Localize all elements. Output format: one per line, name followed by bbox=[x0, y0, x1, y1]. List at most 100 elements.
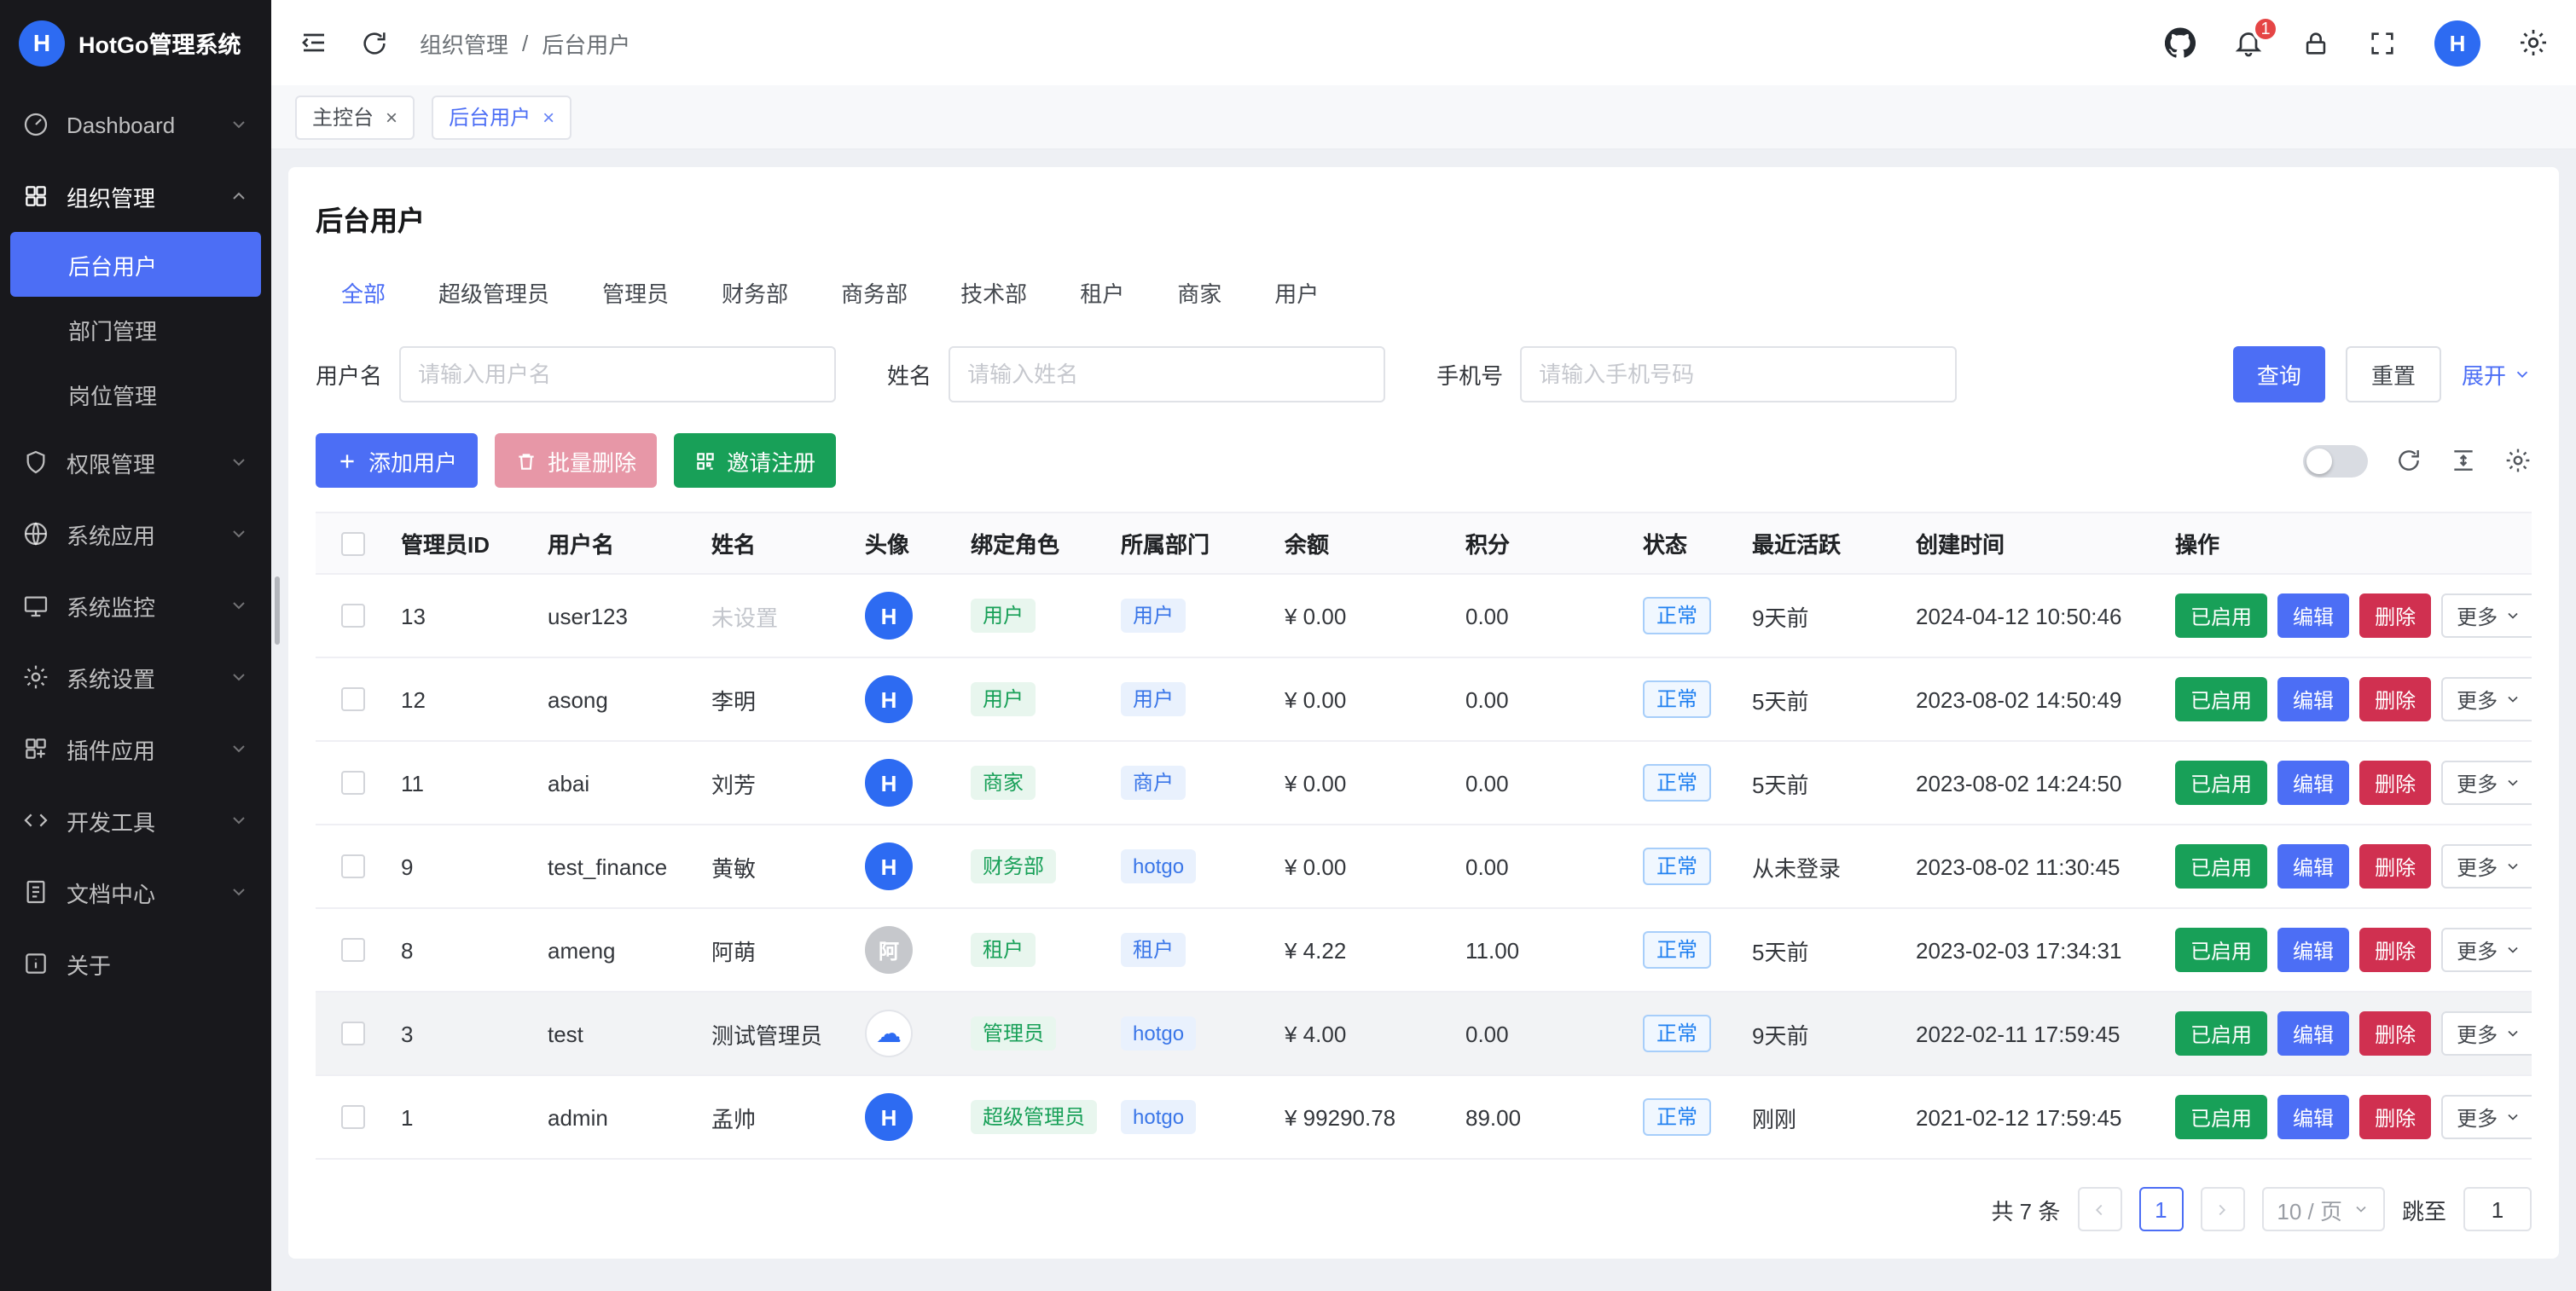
close-icon[interactable]: × bbox=[386, 105, 397, 129]
next-page-button[interactable] bbox=[2200, 1187, 2244, 1231]
app-logo[interactable]: H HotGo管理系统 bbox=[0, 0, 271, 85]
enabled-button[interactable]: 已启用 bbox=[2175, 677, 2267, 721]
delete-button[interactable]: 删除 bbox=[2359, 928, 2431, 972]
row-avatar[interactable]: H bbox=[865, 759, 913, 807]
row-checkbox[interactable] bbox=[341, 938, 365, 962]
more-button[interactable]: 更多 bbox=[2441, 761, 2532, 805]
enabled-button[interactable]: 已启用 bbox=[2175, 1011, 2267, 1056]
search-button[interactable]: 查询 bbox=[2233, 346, 2325, 402]
chevron-down-icon bbox=[2504, 774, 2521, 791]
enabled-button[interactable]: 已启用 bbox=[2175, 761, 2267, 805]
role-tab[interactable]: 财务部 bbox=[694, 266, 815, 319]
column-settings-gear-icon[interactable] bbox=[2504, 447, 2532, 474]
expand-link[interactable]: 展开 bbox=[2462, 358, 2532, 391]
breadcrumb-section[interactable]: 组织管理 bbox=[420, 26, 508, 59]
sidebar-item-docs[interactable]: 文档中心 bbox=[0, 856, 271, 928]
user-avatar[interactable]: H bbox=[2434, 20, 2480, 66]
row-checkbox[interactable] bbox=[341, 771, 365, 795]
fullscreen-icon[interactable] bbox=[2368, 28, 2397, 57]
sidebar-item-about[interactable]: 关于 bbox=[0, 928, 271, 999]
edit-button[interactable]: 编辑 bbox=[2277, 844, 2349, 889]
close-icon[interactable]: × bbox=[542, 105, 554, 129]
delete-button[interactable]: 删除 bbox=[2359, 677, 2431, 721]
refresh-icon[interactable] bbox=[360, 28, 389, 57]
page-number-button[interactable]: 1 bbox=[2138, 1187, 2183, 1231]
role-tab[interactable]: 管理员 bbox=[575, 266, 696, 319]
row-avatar[interactable]: H bbox=[865, 675, 913, 723]
lock-icon[interactable] bbox=[2301, 28, 2330, 57]
monitor-icon bbox=[22, 592, 49, 619]
row-checkbox[interactable] bbox=[341, 1022, 365, 1045]
sidebar-item-org[interactable]: 组织管理 bbox=[0, 160, 271, 232]
role-tab[interactable]: 商家 bbox=[1150, 266, 1249, 319]
sidebar-item-dashboard[interactable]: Dashboard bbox=[0, 89, 271, 160]
row-avatar[interactable]: H bbox=[865, 1093, 913, 1141]
role-tab[interactable]: 全部 bbox=[314, 266, 413, 319]
delete-button[interactable]: 删除 bbox=[2359, 844, 2431, 889]
more-button[interactable]: 更多 bbox=[2441, 1095, 2532, 1139]
role-tab[interactable]: 技术部 bbox=[933, 266, 1054, 319]
role-tab[interactable]: 商务部 bbox=[814, 266, 935, 319]
notifications-bell[interactable]: 1 bbox=[2233, 27, 2264, 58]
edit-button[interactable]: 编辑 bbox=[2277, 593, 2349, 638]
filter-input[interactable] bbox=[399, 346, 836, 402]
delete-button[interactable]: 删除 bbox=[2359, 1011, 2431, 1056]
settings-gear-icon[interactable] bbox=[2518, 27, 2549, 58]
striped-toggle[interactable] bbox=[2303, 444, 2368, 477]
delete-button[interactable]: 删除 bbox=[2359, 761, 2431, 805]
more-button[interactable]: 更多 bbox=[2441, 928, 2532, 972]
enabled-button[interactable]: 已启用 bbox=[2175, 844, 2267, 889]
sidebar-subitem-backend-users[interactable]: 后台用户 bbox=[10, 232, 261, 297]
role-tab[interactable]: 租户 bbox=[1053, 266, 1152, 319]
page-size-select[interactable]: 10 / 页 bbox=[2261, 1187, 2385, 1231]
filter-input[interactable] bbox=[1520, 346, 1957, 402]
jump-to-input[interactable] bbox=[2463, 1187, 2532, 1231]
row-avatar[interactable]: H bbox=[865, 842, 913, 890]
sidebar-item-monitoring[interactable]: 系统监控 bbox=[0, 570, 271, 641]
scrollbar-thumb[interactable] bbox=[275, 576, 280, 645]
delete-button[interactable]: 删除 bbox=[2359, 1095, 2431, 1139]
menu-collapse-icon[interactable] bbox=[299, 27, 329, 58]
role-tab[interactable]: 超级管理员 bbox=[411, 266, 577, 319]
filter-input[interactable] bbox=[949, 346, 1385, 402]
more-button[interactable]: 更多 bbox=[2441, 593, 2532, 638]
reload-table-icon[interactable] bbox=[2395, 447, 2422, 474]
delete-button[interactable]: 删除 bbox=[2359, 593, 2431, 638]
invite-register-button[interactable]: 邀请注册 bbox=[674, 433, 836, 488]
more-button[interactable]: 更多 bbox=[2441, 844, 2532, 889]
edit-button[interactable]: 编辑 bbox=[2277, 677, 2349, 721]
sidebar-item-permissions[interactable]: 权限管理 bbox=[0, 426, 271, 498]
sidebar-item-system-apps[interactable]: 系统应用 bbox=[0, 498, 271, 570]
row-checkbox[interactable] bbox=[341, 1105, 365, 1129]
github-icon[interactable] bbox=[2165, 27, 2196, 58]
sidebar-subitem-departments[interactable]: 部门管理 bbox=[10, 297, 261, 362]
more-button[interactable]: 更多 bbox=[2441, 677, 2532, 721]
page-tab[interactable]: 后台用户 × bbox=[432, 95, 571, 139]
more-button[interactable]: 更多 bbox=[2441, 1011, 2532, 1056]
row-checkbox[interactable] bbox=[341, 854, 365, 878]
page-tab[interactable]: 主控台 × bbox=[295, 95, 415, 139]
edit-button[interactable]: 编辑 bbox=[2277, 928, 2349, 972]
edit-button[interactable]: 编辑 bbox=[2277, 761, 2349, 805]
enabled-button[interactable]: 已启用 bbox=[2175, 1095, 2267, 1139]
enabled-button[interactable]: 已启用 bbox=[2175, 593, 2267, 638]
sidebar-item-plugins[interactable]: 插件应用 bbox=[0, 713, 271, 784]
add-user-button[interactable]: 添加用户 bbox=[316, 433, 478, 488]
row-density-icon[interactable] bbox=[2450, 447, 2477, 474]
sidebar-item-dev-tools[interactable]: 开发工具 bbox=[0, 784, 271, 856]
row-avatar[interactable]: H bbox=[865, 592, 913, 640]
row-avatar[interactable]: 阿 bbox=[865, 926, 913, 974]
row-checkbox[interactable] bbox=[341, 604, 365, 628]
prev-page-button[interactable] bbox=[2077, 1187, 2121, 1231]
row-checkbox[interactable] bbox=[341, 687, 365, 711]
edit-button[interactable]: 编辑 bbox=[2277, 1011, 2349, 1056]
batch-delete-button[interactable]: 批量删除 bbox=[495, 433, 657, 488]
role-tab[interactable]: 用户 bbox=[1247, 266, 1346, 319]
sidebar-item-settings[interactable]: 系统设置 bbox=[0, 641, 271, 713]
sidebar-subitem-positions[interactable]: 岗位管理 bbox=[10, 362, 261, 426]
row-avatar[interactable]: ☁ bbox=[865, 1010, 913, 1057]
edit-button[interactable]: 编辑 bbox=[2277, 1095, 2349, 1139]
enabled-button[interactable]: 已启用 bbox=[2175, 928, 2267, 972]
select-all-checkbox[interactable] bbox=[341, 531, 365, 555]
reset-button[interactable]: 重置 bbox=[2346, 346, 2441, 402]
